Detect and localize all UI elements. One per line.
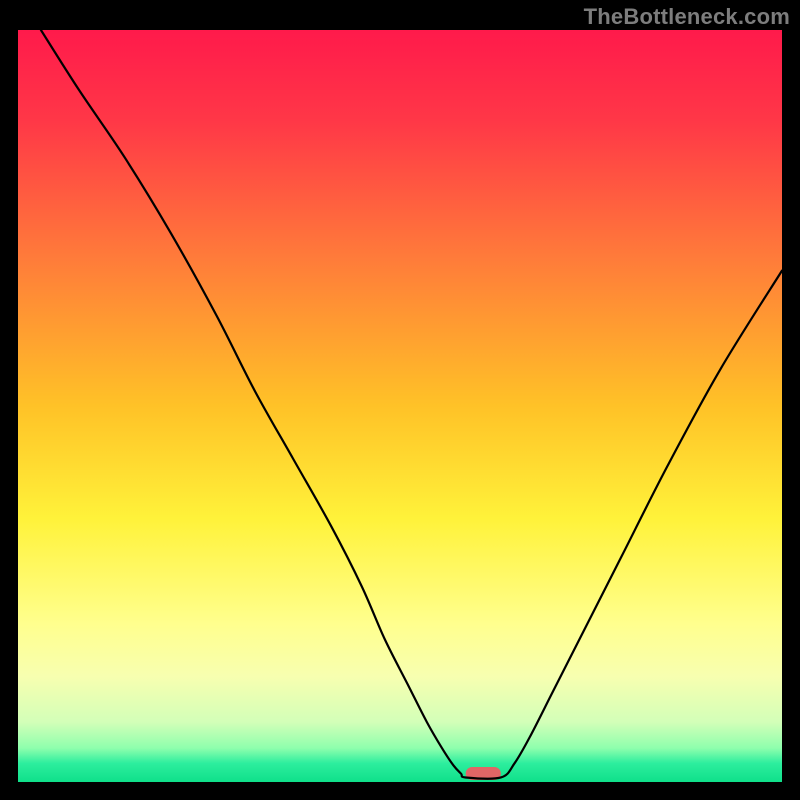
watermark-text: TheBottleneck.com — [584, 4, 790, 30]
bottleneck-chart — [18, 30, 782, 782]
plot-area — [18, 30, 782, 782]
chart-frame: TheBottleneck.com — [0, 0, 800, 800]
